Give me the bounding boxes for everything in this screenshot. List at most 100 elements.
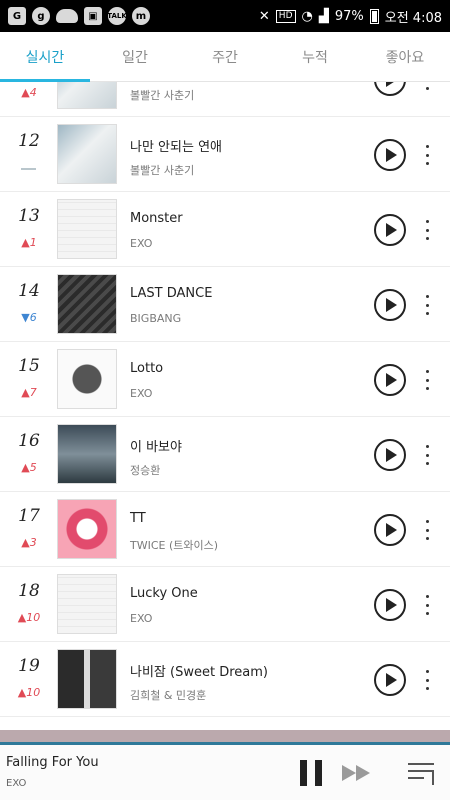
album-cover[interactable]	[57, 199, 117, 259]
rank-number: 15	[18, 356, 40, 376]
song-title: TT	[130, 511, 146, 526]
song-row[interactable]: 16 ▲5 이 바보야 정승환	[0, 417, 450, 492]
rank-number: 18	[18, 581, 40, 601]
notification-icons: G g ▣ TALK m	[8, 7, 150, 25]
wifi-icon: ◔	[301, 8, 313, 24]
song-title: Lotto	[130, 361, 164, 376]
tab-cumulative[interactable]: 누적	[270, 32, 360, 81]
album-cover[interactable]	[57, 424, 117, 484]
album-cover[interactable]	[57, 124, 117, 184]
song-artist: 정승환	[130, 464, 161, 477]
play-icon	[386, 298, 397, 312]
play-icon	[386, 82, 397, 87]
rank-number: 12	[18, 131, 40, 151]
rank-change: ▼6	[12, 311, 46, 324]
rank-number: 16	[18, 431, 40, 451]
song-row[interactable]: 12 나만 안되는 연애 볼빨간 사춘기	[0, 117, 450, 192]
rank-change-value: 10	[26, 611, 41, 624]
messenger-icon: m	[132, 7, 150, 25]
song-artist: 김희철 & 민경훈	[130, 689, 207, 702]
status-bar: G g ▣ TALK m ✕ HD ◔ ▟ 97% 오전 4:08	[0, 0, 450, 32]
more-options-button[interactable]	[421, 443, 433, 467]
song-row[interactable]: 18 ▲10 Lucky One EXO	[0, 567, 450, 642]
play-button[interactable]	[374, 289, 406, 321]
play-button[interactable]	[374, 439, 406, 471]
song-row[interactable]: 17 ▲3 TT TWICE (트와이스)	[0, 492, 450, 567]
more-options-button[interactable]	[421, 143, 433, 167]
play-icon	[386, 523, 397, 537]
play-button[interactable]	[374, 514, 406, 546]
play-button[interactable]	[374, 214, 406, 246]
song-row[interactable]: 19 ▲10 나비잠 (Sweet Dream) 김희철 & 민경훈	[0, 642, 450, 717]
mini-player[interactable]: Falling For You EXO	[0, 730, 450, 800]
rank-change-value: 6	[29, 311, 37, 324]
cloud-icon	[56, 9, 78, 23]
album-cover[interactable]	[57, 274, 117, 334]
album-cover[interactable]	[57, 349, 117, 409]
rank-change: ▲3	[12, 536, 46, 549]
play-button[interactable]	[374, 139, 406, 171]
song-list[interactable]: ▲4 볼빨간 사춘기 12 나만 안되는 연애 볼빨간 사춘기 13 ▲1 Monster EX…	[0, 82, 450, 742]
tab-daily[interactable]: 일간	[90, 32, 180, 81]
triangle-down-icon: ▼	[21, 311, 30, 324]
triangle-up-icon: ▲	[21, 86, 30, 99]
song-title: Lucky One	[130, 586, 198, 601]
song-title: LAST DANCE	[130, 286, 213, 301]
no-change-icon	[21, 168, 36, 170]
album-cover[interactable]	[57, 499, 117, 559]
tab-likes[interactable]: 좋아요	[360, 32, 450, 81]
song-artist: BIGBANG	[130, 312, 182, 325]
play-button[interactable]	[374, 82, 406, 96]
more-options-button[interactable]	[421, 218, 433, 242]
play-icon	[386, 223, 397, 237]
album-cover[interactable]	[57, 574, 117, 634]
hd-badge: HD	[275, 9, 296, 23]
rank-change-value: 5	[29, 461, 37, 474]
song-title: 이 바보야	[130, 440, 182, 455]
play-button[interactable]	[374, 589, 406, 621]
system-status: ✕ HD ◔ ▟ 97% 오전 4:08	[259, 7, 442, 26]
rank-change-value: 10	[26, 686, 41, 699]
album-cover[interactable]	[57, 649, 117, 709]
playlist-button[interactable]	[408, 761, 436, 785]
rank-change: ▲4	[12, 86, 46, 99]
more-options-button[interactable]	[421, 593, 433, 617]
play-icon	[386, 673, 397, 687]
song-artist: EXO	[130, 612, 153, 625]
triangle-up-icon: ▲	[21, 236, 30, 249]
pause-button[interactable]	[300, 760, 322, 786]
song-row[interactable]: 15 ▲7 Lotto EXO	[0, 342, 450, 417]
rank-change: ▲10	[12, 686, 46, 699]
chart-tabs: 실시간 일간 주간 누적 좋아요	[0, 32, 450, 82]
more-options-button[interactable]	[421, 82, 433, 92]
song-row[interactable]: ▲4 볼빨간 사춘기	[0, 82, 450, 117]
rank-change-value: 1	[29, 236, 37, 249]
song-row[interactable]: 13 ▲1 Monster EXO	[0, 192, 450, 267]
rank-number: 13	[18, 206, 40, 226]
more-options-button[interactable]	[421, 518, 433, 542]
rank-change: ▲1	[12, 236, 46, 249]
play-icon	[386, 148, 397, 162]
rank-number: 17	[18, 506, 40, 526]
next-row-peek	[0, 730, 450, 745]
triangle-up-icon: ▲	[21, 536, 30, 549]
album-cover[interactable]	[57, 82, 117, 109]
play-button[interactable]	[374, 364, 406, 396]
g-circle-icon: g	[32, 7, 50, 25]
play-button[interactable]	[374, 664, 406, 696]
song-title: 나만 안되는 연애	[130, 140, 222, 155]
tab-realtime[interactable]: 실시간	[0, 32, 90, 82]
more-options-button[interactable]	[421, 668, 433, 692]
more-options-button[interactable]	[421, 368, 433, 392]
more-options-button[interactable]	[421, 293, 433, 317]
battery-icon	[369, 8, 379, 24]
mute-icon: ✕	[258, 8, 270, 24]
next-button[interactable]	[342, 765, 372, 781]
song-artist: EXO	[130, 237, 153, 250]
battery-level: 97%	[334, 8, 364, 24]
now-playing-title: Falling For You	[6, 755, 99, 770]
song-row[interactable]: 14 ▼6 LAST DANCE BIGBANG	[0, 267, 450, 342]
tab-weekly[interactable]: 주간	[180, 32, 270, 81]
song-artist: TWICE (트와이스)	[130, 539, 219, 552]
triangle-up-icon: ▲	[17, 611, 27, 624]
